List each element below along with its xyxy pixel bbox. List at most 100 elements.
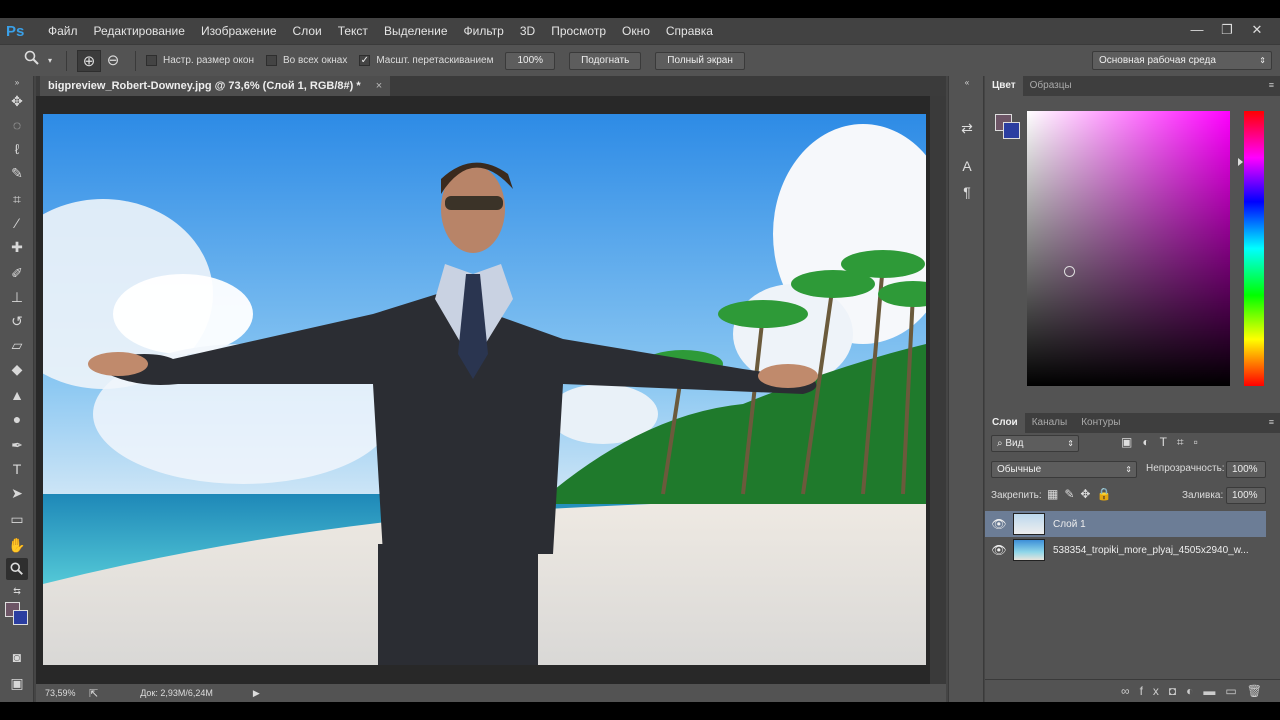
layer-name[interactable]: Слой 1 [1053,519,1086,530]
lasso-tool-icon[interactable]: ℓ [6,138,28,160]
tab-swatches[interactable]: Образцы [1023,76,1079,96]
resize-windows-checkbox[interactable]: Настр. размер окон [146,55,254,66]
canvas-scrollbar[interactable] [930,96,946,684]
tab-channels[interactable]: Каналы [1025,413,1075,433]
workspace-select[interactable]: Основная рабочая среда ⇕ [1092,51,1272,70]
hue-slider-handle[interactable] [1238,158,1243,166]
eraser-tool-icon[interactable]: ▱ [6,334,28,356]
tab-layers[interactable]: Слои [985,413,1025,433]
move-tool-icon[interactable]: ✥ [6,90,28,112]
layer-name[interactable]: 538354_tropiki_more_plyaj_4505x2940_w... [1053,545,1249,556]
document-canvas-area[interactable] [36,96,944,684]
menu-help[interactable]: Справка [658,24,721,38]
panel-menu-icon[interactable]: ≡ [1269,80,1274,90]
paragraph-panel-icon[interactable]: ¶ [957,182,977,202]
export-icon[interactable]: ⇱ [89,687,98,700]
bucket-tool-icon[interactable]: ◆ [6,358,28,380]
zoom-tool-preset-icon[interactable] [20,50,44,72]
menu-edit[interactable]: Редактирование [86,24,193,38]
dodge-tool-icon[interactable]: ● [6,408,28,430]
bg-color-chip[interactable] [1003,122,1020,139]
crop-tool-icon[interactable]: ⌗ [6,188,28,210]
swap-colors-icon[interactable]: ⇆ [6,584,28,598]
color-panel-tabs: Цвет Образцы ≡ [985,76,1280,96]
path-select-tool-icon[interactable]: ➤ [6,482,28,504]
checkbox-box[interactable] [266,55,277,66]
menu-view[interactable]: Просмотр [543,24,614,38]
blur-tool-icon[interactable]: ▲ [6,384,28,406]
pen-tool-icon[interactable]: ✒ [6,434,28,456]
fit-screen-button[interactable]: Подогнать [569,51,642,70]
scrubby-zoom-checkbox[interactable]: ✓ Масшт. перетаскиванием [359,55,493,66]
menu-file[interactable]: Файл [40,24,86,38]
fill-screen-button[interactable]: Полный экран [655,51,745,70]
brush-tool-icon[interactable]: ✐ [6,262,28,284]
zoom-level[interactable]: 73,59% [45,688,85,698]
updown-arrows-icon: ⇕ [1125,465,1132,474]
color-field[interactable] [1027,111,1230,386]
restore-icon[interactable]: ❐ [1212,20,1242,40]
preset-chevron-down-icon[interactable]: ▾ [44,50,56,72]
layer-row[interactable]: 👁 538354_tropiki_more_plyaj_4505x2940_w.… [985,537,1266,563]
menu-filter[interactable]: Фильтр [456,24,512,38]
layer-actions-icons[interactable]: ∞fx◘◐▬▭🗑 [1121,684,1272,698]
stamp-tool-icon[interactable]: ⊥ [6,286,28,308]
zoom-out-icon[interactable]: ⊖ [101,50,125,72]
menu-window[interactable]: Окно [614,24,658,38]
screen-top-letterbox [0,0,1280,18]
layer-thumbnail [1013,539,1045,561]
zoom-tool-icon[interactable] [6,558,28,580]
background-color-swatch[interactable] [13,610,28,625]
collapse-arrows-icon[interactable]: « [957,78,977,88]
character-panel-icon[interactable]: A [957,156,977,176]
filter-kind-select[interactable]: ⌕ Вид ⇕ [991,435,1079,452]
screen-mode-icon[interactable]: ▣ [6,672,28,694]
layer-row[interactable]: 👁 Слой 1 [985,511,1266,537]
minimize-icon[interactable]: — [1182,20,1212,40]
quick-select-tool-icon[interactable]: ✎ [6,162,28,184]
checkbox-box[interactable] [146,55,157,66]
zoom-in-icon[interactable]: ⊕ [77,49,101,72]
checkmark-icon[interactable]: ✓ [359,55,371,66]
opacity-input[interactable]: 100% [1226,461,1266,478]
layer-filter-icons[interactable]: ▣◐T⌗▫ [1121,435,1208,450]
visibility-eye-icon[interactable]: 👁 [985,517,1013,531]
layers-panel-tabs: Слои Каналы Контуры ≡ [985,413,1280,433]
document-tab[interactable]: bigpreview_Robert-Downey.jpg @ 73,6% (Сл… [40,76,391,96]
rectangle-tool-icon[interactable]: ▭ [6,508,28,530]
history-panel-icon[interactable]: ⇄ [957,118,977,138]
menu-layers[interactable]: Слои [285,24,330,38]
document-image[interactable] [43,114,926,665]
document-title: bigpreview_Robert-Downey.jpg @ 73,6% (Сл… [48,80,361,92]
panel-menu-icon[interactable]: ≡ [1269,417,1274,427]
hue-slider[interactable] [1244,111,1264,386]
quick-mask-icon[interactable]: ◙ [6,646,28,668]
all-windows-checkbox[interactable]: Во всех окнах [266,55,347,66]
status-menu-arrow-icon[interactable]: ▶ [253,688,260,699]
fill-input[interactable]: 100% [1226,487,1266,504]
menu-type[interactable]: Текст [330,24,376,38]
menu-select[interactable]: Выделение [376,24,456,38]
collapse-arrows-icon[interactable]: » [6,78,28,88]
hand-tool-icon[interactable]: ✋ [6,534,28,556]
tab-paths[interactable]: Контуры [1074,413,1127,433]
close-tab-icon[interactable]: × [376,80,382,92]
menu-3d[interactable]: 3D [512,24,543,38]
history-brush-tool-icon[interactable]: ↺ [6,310,28,332]
checkbox-label: Настр. размер окон [163,55,254,66]
tab-color[interactable]: Цвет [985,76,1023,96]
lock-label: Закрепить: [991,490,1042,501]
actual-pixels-button[interactable]: 100% [505,51,556,70]
blend-mode-select[interactable]: Обычные ⇕ [991,461,1137,478]
healing-tool-icon[interactable]: ✚ [6,236,28,258]
menu-image[interactable]: Изображение [193,24,285,38]
marquee-tool-icon[interactable]: ◌ [6,114,28,136]
visibility-eye-icon[interactable]: 👁 [985,543,1013,557]
eyedropper-tool-icon[interactable]: ⁄ [6,212,28,234]
updown-arrows-icon: ⇕ [1067,439,1074,448]
type-tool-icon[interactable]: T [6,458,28,480]
color-picker-cursor[interactable] [1064,266,1075,277]
lock-icons[interactable]: ▦✎✥🔒 [1047,487,1117,501]
opacity-label: Непрозрачность: [1146,463,1225,474]
close-icon[interactable]: ✕ [1242,20,1272,40]
